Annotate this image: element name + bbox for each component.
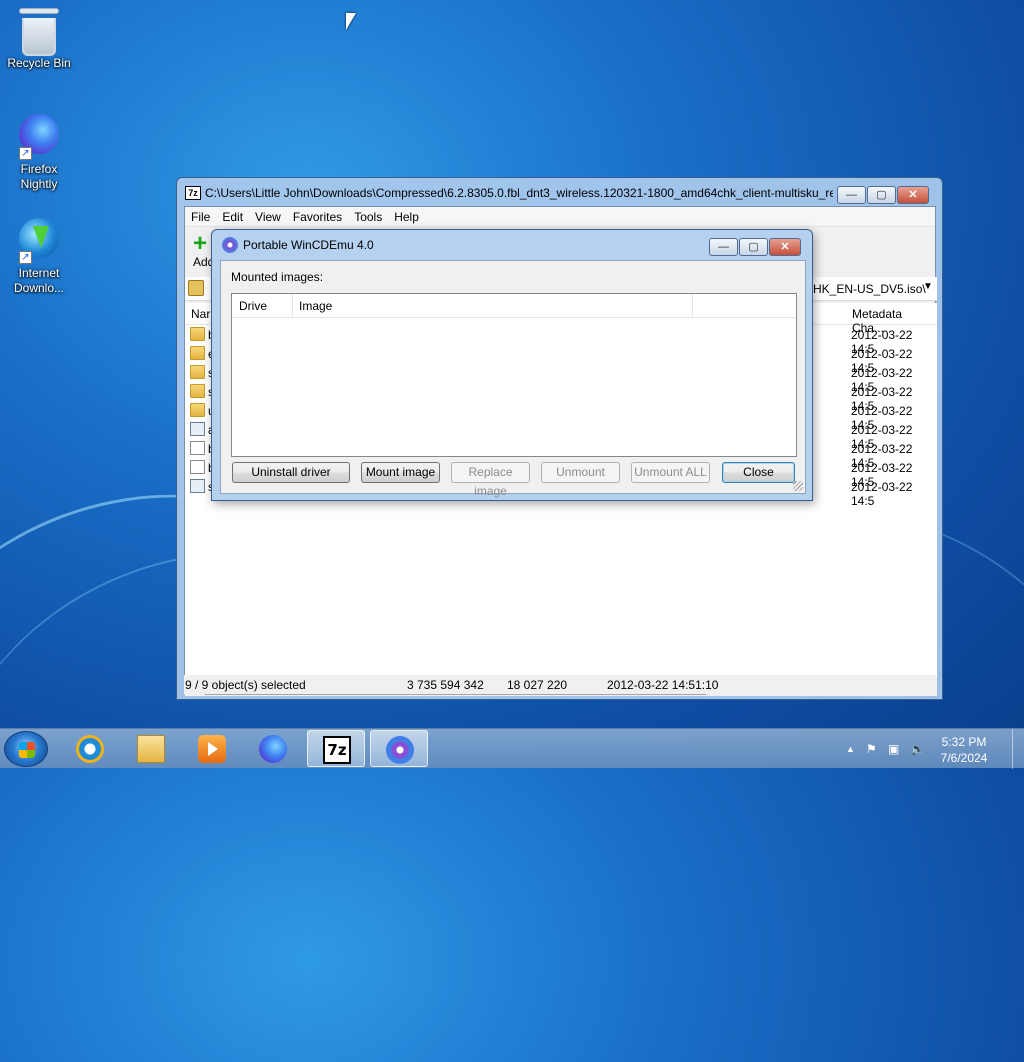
mouse-cursor (346, 13, 356, 30)
chevron-down-icon[interactable]: ▼ (923, 281, 933, 292)
folder-icon (190, 384, 205, 398)
file-icon (190, 460, 205, 474)
replace-image-button[interactable]: Replace image (451, 462, 530, 498)
7zip-icon: 7z (323, 736, 351, 764)
firefox-icon (259, 735, 287, 763)
taskbar-button-explorer[interactable] (122, 730, 180, 767)
folder-up-icon[interactable] (188, 280, 204, 296)
show-hidden-icons-icon[interactable]: ▲ (846, 744, 855, 754)
maximize-button[interactable]: ▢ (739, 238, 768, 256)
address-path: HK_EN-US_DV5.iso\ (813, 282, 926, 296)
firefox-nightly-icon: ↗ (17, 114, 61, 160)
system-tray: ▲ ⚑ ▣ 🔈 5:32 PM 7/6/2024 (834, 729, 1024, 769)
status-size: 3 735 594 342 (407, 678, 484, 692)
wincdemu-icon (386, 736, 414, 764)
minimize-button[interactable]: — (709, 238, 738, 256)
maximize-button[interactable]: ▢ (867, 186, 896, 204)
clock-date: 7/6/2024 (940, 751, 988, 765)
status-packed-size: 18 027 220 (507, 678, 568, 692)
folder-icon (190, 365, 205, 379)
start-button[interactable] (4, 731, 48, 767)
menu-favorites[interactable]: Favorites (287, 207, 348, 226)
media-player-icon (198, 735, 226, 763)
folder-icon (190, 327, 205, 341)
dialog-title: Portable WinCDEmu 4.0 (243, 238, 374, 252)
folder-icon (190, 403, 205, 417)
column-header-drive[interactable]: Drive (239, 299, 267, 313)
clock[interactable]: 5:32 PM 7/6/2024 (934, 734, 994, 766)
desktop-icon-label: Internet Downlo... (13, 266, 65, 295)
desktop-icon-recycle-bin[interactable]: Recycle Bin (1, 8, 77, 71)
recycle-bin-icon (17, 8, 61, 56)
close-button[interactable]: ✕ (769, 238, 801, 256)
internet-explorer-icon (76, 735, 104, 763)
wincdemu-disc-icon (222, 237, 238, 253)
clock-time: 5:32 PM (941, 735, 987, 749)
file-icon (190, 441, 205, 455)
unmount-all-button[interactable]: Unmount ALL (631, 462, 710, 483)
close-dialog-button[interactable]: Close (722, 462, 795, 483)
config-file-icon (190, 422, 205, 436)
taskbar-button-7zip[interactable]: 7z (307, 730, 365, 767)
column-header-name[interactable]: Nar (191, 307, 210, 321)
uninstall-driver-button[interactable]: Uninstall driver (232, 462, 350, 483)
taskbar-button-internet-explorer[interactable] (61, 730, 119, 767)
status-selection: 9 / 9 object(s) selected (185, 678, 306, 692)
show-desktop-button[interactable] (1012, 729, 1024, 769)
shortcut-arrow-icon: ↗ (19, 147, 32, 160)
menu-view[interactable]: View (249, 207, 287, 226)
menu-help[interactable]: Help (388, 207, 425, 226)
column-header-image[interactable]: Image (299, 299, 332, 313)
mounted-images-label: Mounted images: (231, 270, 324, 284)
mount-image-button[interactable]: Mount image (361, 462, 440, 483)
resize-grip-icon[interactable] (793, 481, 803, 491)
7zip-titlebar[interactable]: 7z C:\Users\Little John\Downloads\Compre… (177, 178, 942, 208)
folder-icon (190, 346, 205, 360)
desktop-icon-label: Firefox Nightly (20, 162, 58, 191)
menu-bar: File Edit View Favorites Tools Help (185, 207, 935, 227)
internet-download-manager-icon: ↗ (17, 218, 61, 264)
menu-tools[interactable]: Tools (348, 207, 388, 226)
menu-edit[interactable]: Edit (216, 207, 249, 226)
7zip-icon: 7z (185, 186, 201, 200)
config-file-icon (190, 479, 205, 493)
status-modified: 2012-03-22 14:51:10 (607, 678, 719, 692)
close-button[interactable]: ✕ (897, 186, 929, 204)
status-bar: 9 / 9 object(s) selected 3 735 594 342 1… (184, 675, 936, 694)
window-title: C:\Users\Little John\Downloads\Compresse… (205, 186, 833, 200)
minimize-button[interactable]: — (837, 186, 866, 204)
wincdemu-dialog: Portable WinCDEmu 4.0 — ▢ ✕ Mounted imag… (211, 229, 813, 501)
taskbar: 7z ▲ ⚑ ▣ 🔈 5:32 PM 7/6/2024 (0, 728, 1024, 769)
menu-file[interactable]: File (185, 207, 216, 226)
unmount-button[interactable]: Unmount (541, 462, 620, 483)
row-date: 2012-03-22 14:5 (851, 480, 913, 508)
desktop-icon-firefox-nightly[interactable]: ↗ Firefox Nightly (1, 112, 77, 192)
windows-explorer-icon (137, 735, 165, 763)
volume-muted-icon[interactable]: 🔈 (910, 742, 925, 756)
action-center-flag-icon[interactable]: ⚑ (866, 742, 877, 756)
taskbar-button-media-player[interactable] (183, 730, 241, 767)
mounted-images-list[interactable]: Drive Image (231, 293, 797, 457)
list-header: Drive Image (232, 294, 796, 318)
taskbar-button-firefox[interactable] (244, 730, 302, 767)
taskbar-button-wincdemu[interactable] (370, 730, 428, 767)
desktop-icon-internet-download-manager[interactable]: ↗ Internet Downlo... (1, 216, 77, 296)
desktop-icon-label: Recycle Bin (7, 56, 71, 70)
shortcut-arrow-icon: ↗ (19, 251, 32, 264)
windows-logo-icon (19, 742, 35, 758)
network-icon[interactable]: ▣ (888, 742, 899, 756)
